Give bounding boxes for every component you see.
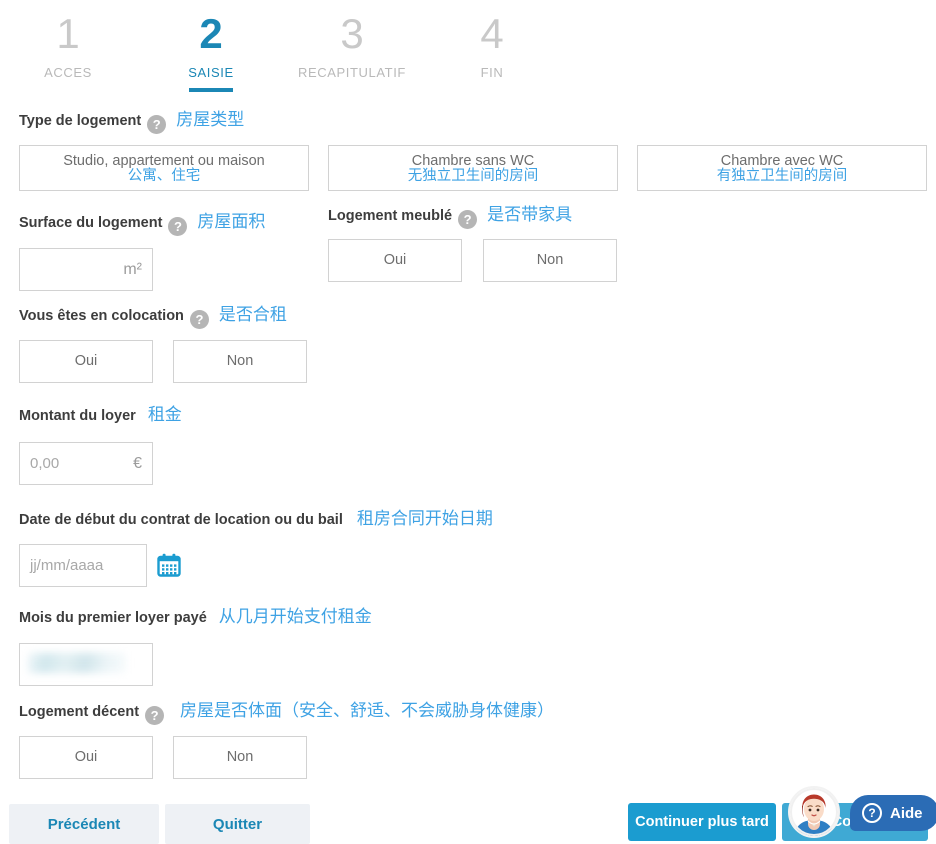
redacted-value-overlay: [28, 653, 126, 673]
euro-icon: €: [133, 454, 142, 472]
furnished-option-oui[interactable]: Oui: [328, 239, 462, 282]
furnished-annotation: 是否带家具: [487, 205, 573, 224]
housing-type-annotation: 房屋类型: [176, 110, 245, 129]
continue-later-button[interactable]: Continuer plus tard: [628, 803, 776, 841]
help-widget[interactable]: ? Aide: [850, 795, 936, 831]
calendar-icon[interactable]: [156, 552, 182, 583]
step-2-saisie[interactable]: 2 SAISIE: [163, 10, 259, 92]
shared-housing-option-non[interactable]: Non: [173, 340, 307, 383]
step-1-label: ACCES: [44, 65, 92, 80]
previous-button-label: Précédent: [47, 815, 121, 833]
step-2-number: 2: [199, 10, 223, 57]
quit-button[interactable]: Quitter: [165, 804, 310, 844]
step-3-label: RECAPITULATIF: [298, 65, 406, 80]
shared-housing-label: Vous êtes en colocation? 是否合租: [19, 305, 287, 329]
furnished-option-oui-label: Oui: [383, 252, 407, 268]
rent-amount-input[interactable]: 0,00 €: [19, 442, 153, 485]
shared-housing-annotation: 是否合租: [218, 305, 287, 324]
assistant-avatar[interactable]: [788, 786, 840, 838]
shared-housing-option-non-label: Non: [226, 353, 254, 369]
step-2-label: SAISIE: [188, 65, 234, 80]
surface-annotation: 房屋面积: [197, 212, 266, 231]
housing-type-label-text: Type de logement: [19, 113, 142, 129]
housing-type-label: Type de logement? 房屋类型: [19, 110, 244, 134]
step-4-label: FIN: [480, 65, 504, 80]
help-widget-label: Aide: [890, 804, 923, 822]
rent-amount-label: Montant du loyer 租金: [19, 405, 182, 426]
decent-housing-label: Logement décent? 房屋是否体面（安全、舒适、不会威胁身体健康）: [19, 701, 554, 725]
decent-housing-option-oui-label: Oui: [74, 749, 98, 765]
housing-type-option-studio[interactable]: Studio, appartement ou maison 公寓、住宅: [19, 145, 309, 191]
lease-start-label: Date de début du contrat de location ou …: [19, 509, 493, 530]
question-mark-icon[interactable]: ?: [458, 210, 478, 229]
step-1-number: 1: [56, 10, 80, 57]
surface-input[interactable]: m²: [19, 248, 153, 291]
continue-later-button-label: Continuer plus tard: [635, 814, 769, 830]
shared-housing-label-text: Vous êtes en colocation: [19, 308, 184, 324]
rent-amount-label-text: Montant du loyer: [19, 408, 136, 424]
housing-type-option-room-with-wc-zh: 有独立卫生间的房间: [716, 167, 848, 184]
housing-type-option-studio-zh: 公寓、住宅: [127, 167, 201, 184]
step-3-recapitulatif[interactable]: 3 RECAPITULATIF: [280, 10, 424, 82]
furnished-option-non-label: Non: [536, 252, 564, 268]
surface-unit-suffix: m²: [123, 260, 142, 278]
first-rent-month-label-text: Mois du premier loyer payé: [19, 610, 207, 626]
first-rent-month-label: Mois du premier loyer payé 从几月开始支付租金: [19, 607, 372, 628]
surface-label-text: Surface du logement: [19, 215, 163, 231]
rent-amount-placeholder: 0,00: [30, 455, 60, 472]
step-4-number: 4: [480, 10, 504, 57]
surface-label: Surface du logement? 房屋面积: [19, 212, 265, 236]
lease-start-date-input[interactable]: jj/mm/aaaa: [19, 544, 147, 587]
previous-button[interactable]: Précédent: [9, 804, 159, 844]
lease-start-label-text: Date de début du contrat de location ou …: [19, 512, 343, 528]
first-rent-month-annotation: 从几月开始支付租金: [218, 607, 372, 626]
furnished-label-text: Logement meublé: [328, 208, 453, 224]
decent-housing-option-non-label: Non: [226, 749, 254, 765]
housing-type-option-room-without-wc[interactable]: Chambre sans WC 无独立卫生间的房间: [328, 145, 618, 191]
decent-housing-annotation: 房屋是否体面（安全、舒适、不会威胁身体健康）: [180, 701, 555, 720]
first-rent-month-input[interactable]: [19, 643, 153, 686]
lease-start-annotation: 租房合同开始日期: [356, 509, 493, 528]
question-mark-icon[interactable]: ?: [147, 115, 167, 134]
shared-housing-option-oui-label: Oui: [74, 353, 98, 369]
decent-housing-option-oui[interactable]: Oui: [19, 736, 153, 779]
step-4-fin[interactable]: 4 FIN: [455, 10, 529, 82]
question-mark-icon[interactable]: ?: [145, 706, 165, 725]
question-mark-circle-icon: ?: [862, 803, 882, 823]
lease-start-date-placeholder: jj/mm/aaaa: [30, 557, 104, 574]
step-3-number: 3: [340, 10, 364, 57]
housing-type-option-room-without-wc-zh: 无独立卫生间的房间: [407, 167, 539, 184]
step-2-underline: [189, 88, 233, 92]
furnished-label: Logement meublé? 是否带家具: [328, 205, 572, 229]
decent-housing-option-non[interactable]: Non: [173, 736, 307, 779]
progress-stepper: 1 ACCES 2 SAISIE 3 RECAPITULATIF 4 FIN: [0, 0, 936, 96]
question-mark-icon[interactable]: ?: [189, 310, 209, 329]
step-1-acces[interactable]: 1 ACCES: [20, 10, 116, 82]
furnished-option-non[interactable]: Non: [483, 239, 617, 282]
shared-housing-option-oui[interactable]: Oui: [19, 340, 153, 383]
decent-housing-label-text: Logement décent: [19, 704, 140, 720]
housing-type-option-room-with-wc[interactable]: Chambre avec WC 有独立卫生间的房间: [637, 145, 927, 191]
quit-button-label: Quitter: [212, 815, 263, 833]
question-mark-icon[interactable]: ?: [168, 217, 188, 236]
rent-amount-annotation: 租金: [147, 405, 182, 424]
